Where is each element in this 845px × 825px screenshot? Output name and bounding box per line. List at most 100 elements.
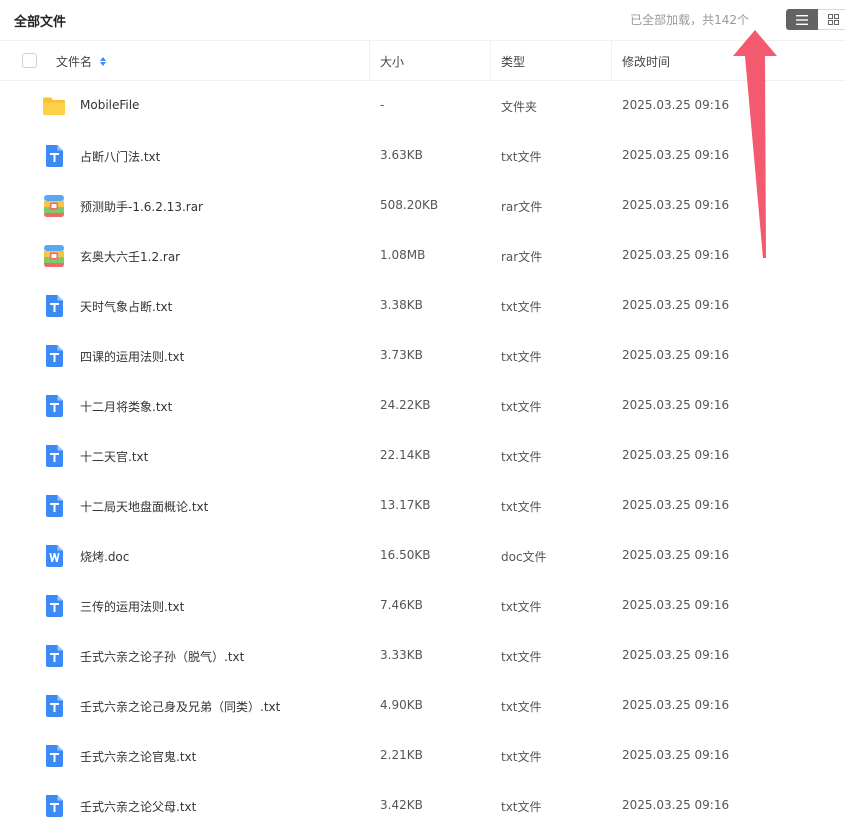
file-row[interactable]: 壬式六亲之论子孙（脱气）.txt 3.33KB txt文件 2025.03.25 09… xyxy=(0,631,845,681)
column-header-size[interactable]: 大小 xyxy=(380,41,404,81)
load-status-text: 已全部加载，共142个 xyxy=(630,13,749,27)
txt-file-icon xyxy=(42,394,66,418)
select-all-checkbox[interactable] xyxy=(22,53,37,68)
file-list: MobileFile - 文件夹 2025.03.25 09:16 占断八门法.txt 3… xyxy=(0,81,845,825)
column-divider[interactable] xyxy=(611,41,612,81)
file-row[interactable]: 十二局天地盘面概论.txt 13.17KB txt文件 2025.03.25 09:1… xyxy=(0,481,845,531)
column-header-name-label: 文件名 xyxy=(56,54,93,69)
file-row[interactable]: 十二月将类象.txt 24.22KB txt文件 2025.03.25 09:16 xyxy=(0,381,845,431)
file-row[interactable]: 壬式六亲之论官鬼.txt 2.21KB txt文件 2025.03.25 09:16 xyxy=(0,731,845,781)
file-row[interactable]: 十二天官.txt 22.14KB txt文件 2025.03.25 09:16 xyxy=(0,431,845,481)
file-name[interactable]: 壬式六亲之论己身及兄弟（同类）.txt xyxy=(80,698,280,715)
list-view-button[interactable] xyxy=(786,9,818,30)
file-modified-time: 2025.03.25 09:16 xyxy=(622,498,730,512)
file-row[interactable]: 天时气象占断.txt 3.38KB txt文件 2025.03.25 09:16 xyxy=(0,281,845,331)
grid-icon xyxy=(828,14,839,25)
file-size: 3.63KB xyxy=(380,148,423,162)
file-type: txt文件 xyxy=(501,750,542,764)
file-row[interactable]: 三传的运用法则.txt 7.46KB txt文件 2025.03.25 09:16 xyxy=(0,581,845,631)
txt-file-icon xyxy=(42,294,66,318)
txt-file-icon xyxy=(42,444,66,468)
file-row[interactable]: MobileFile - 文件夹 2025.03.25 09:16 xyxy=(0,81,845,131)
column-divider[interactable] xyxy=(490,41,491,81)
file-size: 3.42KB xyxy=(380,798,423,812)
file-name[interactable]: 玄奥大六壬1.2.rar xyxy=(80,248,180,265)
file-size: 3.33KB xyxy=(380,648,423,662)
file-type: txt文件 xyxy=(501,450,542,464)
column-header-type[interactable]: 类型 xyxy=(501,41,525,81)
file-size: 3.38KB xyxy=(380,298,423,312)
file-row[interactable]: 四课的运用法则.txt 3.73KB txt文件 2025.03.25 09:16 xyxy=(0,331,845,381)
file-name[interactable]: 壬式六亲之论子孙（脱气）.txt xyxy=(80,648,244,665)
file-size: 2.21KB xyxy=(380,748,423,762)
file-modified-time: 2025.03.25 09:16 xyxy=(622,98,730,112)
file-modified-time: 2025.03.25 09:16 xyxy=(622,698,730,712)
txt-file-icon xyxy=(42,144,66,168)
file-size: 22.14KB xyxy=(380,448,431,462)
file-row[interactable]: 玄奥大六壬1.2.rar 1.08MB rar文件 2025.03.25 09:16 xyxy=(0,231,845,281)
file-modified-time: 2025.03.25 09:16 xyxy=(622,348,730,362)
file-name[interactable]: 壬式六亲之论父母.txt xyxy=(80,798,196,815)
column-header-name[interactable]: 文件名 xyxy=(56,41,107,81)
file-modified-time: 2025.03.25 09:16 xyxy=(622,398,730,412)
file-size: - xyxy=(380,98,385,112)
file-type: txt文件 xyxy=(501,600,542,614)
txt-file-icon xyxy=(42,694,66,718)
page-title: 全部文件 xyxy=(14,15,67,30)
file-type: txt文件 xyxy=(501,400,542,414)
file-name[interactable]: 预测助手-1.6.2.13.rar xyxy=(80,198,203,215)
file-name[interactable]: 十二局天地盘面概论.txt xyxy=(80,498,208,515)
file-type: txt文件 xyxy=(501,700,542,714)
file-modified-time: 2025.03.25 09:16 xyxy=(622,198,730,212)
file-name[interactable]: MobileFile xyxy=(80,98,139,112)
file-type: txt文件 xyxy=(501,150,542,164)
file-modified-time: 2025.03.25 09:16 xyxy=(622,248,730,262)
file-modified-time: 2025.03.25 09:16 xyxy=(622,798,730,812)
sort-icon[interactable] xyxy=(100,56,107,66)
column-header-modified[interactable]: 修改时间 xyxy=(622,41,670,81)
file-name[interactable]: 十二天官.txt xyxy=(80,448,148,465)
file-modified-time: 2025.03.25 09:16 xyxy=(622,298,730,312)
file-type: 文件夹 xyxy=(501,100,538,114)
file-type: doc文件 xyxy=(501,550,547,564)
list-icon xyxy=(796,14,808,25)
file-name[interactable]: 占断八门法.txt xyxy=(80,148,160,165)
file-name[interactable]: 三传的运用法则.txt xyxy=(80,598,184,615)
txt-file-icon xyxy=(42,344,66,368)
file-modified-time: 2025.03.25 09:16 xyxy=(622,448,730,462)
txt-file-icon xyxy=(42,594,66,618)
rar-file-icon xyxy=(42,244,66,268)
grid-view-button[interactable] xyxy=(818,9,845,30)
file-modified-time: 2025.03.25 09:16 xyxy=(622,598,730,612)
column-divider[interactable] xyxy=(369,41,370,81)
txt-file-icon xyxy=(42,644,66,668)
rar-file-icon xyxy=(42,194,66,218)
file-type: txt文件 xyxy=(501,500,542,514)
file-size: 1.08MB xyxy=(380,248,426,262)
file-name[interactable]: 烧烤.doc xyxy=(80,548,129,565)
file-modified-time: 2025.03.25 09:16 xyxy=(622,148,730,162)
file-name[interactable]: 十二月将类象.txt xyxy=(80,398,172,415)
txt-file-icon xyxy=(42,794,66,818)
file-type: rar文件 xyxy=(501,250,543,264)
file-modified-time: 2025.03.25 09:16 xyxy=(622,648,730,662)
file-type: txt文件 xyxy=(501,650,542,664)
file-name[interactable]: 四课的运用法则.txt xyxy=(80,348,184,365)
file-size: 7.46KB xyxy=(380,598,423,612)
file-type: txt文件 xyxy=(501,300,542,314)
file-row[interactable]: 占断八门法.txt 3.63KB txt文件 2025.03.25 09:16 xyxy=(0,131,845,181)
file-row[interactable]: 壬式六亲之论己身及兄弟（同类）.txt 4.90KB txt文件 2025.03.25… xyxy=(0,681,845,731)
file-row[interactable]: 烧烤.doc 16.50KB doc文件 2025.03.25 09:16 xyxy=(0,531,845,581)
file-name[interactable]: 天时气象占断.txt xyxy=(80,298,172,315)
file-size: 16.50KB xyxy=(380,548,431,562)
file-type: txt文件 xyxy=(501,350,542,364)
file-row[interactable]: 壬式六亲之论父母.txt 3.42KB txt文件 2025.03.25 09:16 xyxy=(0,781,845,825)
file-modified-time: 2025.03.25 09:16 xyxy=(622,748,730,762)
file-name[interactable]: 壬式六亲之论官鬼.txt xyxy=(80,748,196,765)
file-table-header: 文件名 大小 类型 修改时间 xyxy=(0,40,845,81)
file-modified-time: 2025.03.25 09:16 xyxy=(622,548,730,562)
txt-file-icon xyxy=(42,494,66,518)
file-size: 13.17KB xyxy=(380,498,431,512)
txt-file-icon xyxy=(42,744,66,768)
file-row[interactable]: 预测助手-1.6.2.13.rar 508.20KB rar文件 2025.03.25… xyxy=(0,181,845,231)
